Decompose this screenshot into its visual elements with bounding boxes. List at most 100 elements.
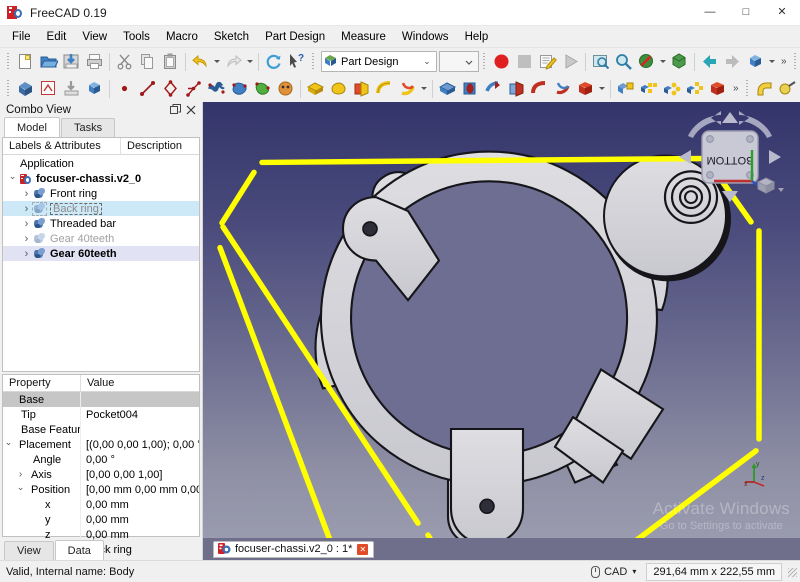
tree-item-threaded-bar[interactable]: Threaded bar [3, 216, 199, 231]
std-views-icon[interactable] [744, 50, 767, 73]
arc-icon[interactable] [159, 77, 182, 100]
chevron-down-icon[interactable] [3, 439, 14, 450]
copy-icon[interactable] [136, 50, 159, 73]
macro-execute-icon[interactable] [559, 50, 582, 73]
redo-dropdown-caret[interactable] [245, 50, 255, 73]
draw-style-dropdown-caret[interactable] [658, 50, 668, 73]
property-row-y[interactable]: y 0,00 mm [3, 512, 199, 528]
polyline-icon[interactable] [182, 77, 205, 100]
orange-shape-icon[interactable] [274, 77, 297, 100]
hole-icon[interactable] [459, 77, 482, 100]
close-icon[interactable]: ✕ [357, 543, 369, 555]
subtractive-helix-icon[interactable] [551, 77, 574, 100]
blue-shape-icon[interactable] [228, 77, 251, 100]
chevron-right-icon[interactable] [20, 248, 33, 260]
chevron-down-icon[interactable]: ▾ [632, 567, 636, 576]
minimize-button[interactable]: — [692, 0, 728, 26]
fit-all-icon[interactable] [589, 50, 612, 73]
pad-icon[interactable] [304, 77, 327, 100]
close-panel-icon[interactable] [184, 103, 198, 117]
property-row-axis[interactable]: Axis [0,00 0,00 1,00] [3, 467, 199, 483]
menu-measure[interactable]: Measure [333, 28, 394, 46]
map-sketch-icon[interactable] [83, 77, 106, 100]
tree-item-gear-40teeth[interactable]: Gear 40teeth [3, 231, 199, 246]
menu-part-design[interactable]: Part Design [257, 28, 333, 46]
property-value[interactable]: 0,00 mm [81, 514, 199, 526]
tree-item-document[interactable]: focuser-chassi.v2_0 [3, 171, 199, 186]
measure-icon[interactable] [776, 77, 799, 100]
tree-item-application[interactable]: Application [3, 156, 199, 171]
point-icon[interactable] [113, 77, 136, 100]
undo-icon[interactable] [189, 50, 212, 73]
refresh-icon[interactable] [262, 50, 285, 73]
redo-icon[interactable] [222, 50, 245, 73]
3d-viewport[interactable]: BOTTOM y x z Activate Windows Go to Sett… [203, 102, 800, 538]
boolean-icon[interactable] [706, 77, 729, 100]
subtractive-primitive-caret[interactable] [597, 77, 607, 100]
property-value[interactable]: 0,00 mm [81, 499, 199, 511]
menu-file[interactable]: File [4, 28, 39, 46]
navigation-cube[interactable]: BOTTOM [674, 110, 786, 206]
document-tab-focuser-chassi[interactable]: focuser-chassi.v2_0 : 1* ✕ [213, 540, 375, 558]
green-shape-icon[interactable] [251, 77, 274, 100]
std-views-dropdown-caret[interactable] [767, 50, 777, 73]
chevron-right-icon[interactable] [20, 203, 33, 215]
toolbar-grip-partdesign[interactable] [6, 79, 11, 98]
toolbar-grip-dress[interactable] [745, 79, 750, 98]
create-body-icon[interactable] [14, 77, 37, 100]
tab-model[interactable]: Model [4, 117, 60, 138]
property-column-name[interactable]: Property [3, 375, 81, 392]
menu-macro[interactable]: Macro [158, 28, 206, 46]
tree-item-gear-60teeth[interactable]: Gear 60teeth [3, 246, 199, 262]
groove-icon[interactable] [482, 77, 505, 100]
menu-view[interactable]: View [74, 28, 115, 46]
property-row-tip[interactable]: Tip Pocket004 [3, 407, 199, 423]
toolbar-grip-workbench[interactable] [311, 52, 316, 71]
workbench-secondary-combo[interactable] [439, 51, 479, 72]
chevron-down-icon[interactable]: ⌄ [420, 56, 434, 67]
new-document-icon[interactable] [14, 50, 37, 73]
resize-grip[interactable] [786, 566, 798, 578]
subtractive-loft-icon[interactable] [505, 77, 528, 100]
revolution-icon[interactable] [327, 77, 350, 100]
property-row-angle[interactable]: Angle 0,00 ° [3, 452, 199, 468]
menu-windows[interactable]: Windows [394, 28, 457, 46]
menu-help[interactable]: Help [457, 28, 497, 46]
subtractive-box-icon[interactable] [574, 77, 597, 100]
std-view-forward-icon[interactable] [721, 50, 744, 73]
additive-helix-icon[interactable] [396, 77, 419, 100]
maximize-button[interactable]: □ [728, 0, 764, 26]
polar-pattern-icon[interactable] [660, 77, 683, 100]
chevron-down-icon[interactable] [6, 173, 19, 184]
undo-dropdown-caret[interactable] [212, 50, 222, 73]
multi-transform-icon[interactable] [683, 77, 706, 100]
std-view-back-icon[interactable] [698, 50, 721, 73]
paste-icon[interactable] [159, 50, 182, 73]
open-document-icon[interactable] [37, 50, 60, 73]
navigation-style-selector[interactable]: CAD ▾ [587, 565, 640, 578]
property-row-x[interactable]: x 0,00 mm [3, 497, 199, 513]
workbench-selector[interactable]: Part Design ⌄ [321, 51, 437, 72]
tab-data[interactable]: Data [54, 540, 104, 560]
toolbar-grip-file[interactable] [6, 52, 11, 71]
line-icon[interactable] [136, 77, 159, 100]
chevron-right-icon[interactable] [15, 469, 26, 480]
property-row-position[interactable]: Position [0,00 mm 0,00 mm 0,00 ... [3, 482, 199, 498]
fillet-icon[interactable] [753, 77, 776, 100]
toolbar-overflow-button-3[interactable]: » [729, 83, 742, 94]
pocket-icon[interactable] [436, 77, 459, 100]
close-button[interactable]: ✕ [764, 0, 800, 26]
property-row-placement[interactable]: Placement [(0,00 0,00 1,00); 0,00 °; (0,… [3, 437, 199, 453]
tree-column-labels[interactable]: Labels & Attributes [3, 138, 121, 155]
create-sketch-icon[interactable] [37, 77, 60, 100]
toolbar-grip-macro[interactable] [482, 52, 487, 71]
tree-column-description[interactable]: Description [121, 138, 199, 154]
edit-sketch-icon[interactable] [60, 77, 83, 100]
bspline-icon[interactable] [205, 77, 228, 100]
property-column-value[interactable]: Value [81, 375, 199, 391]
chevron-down-icon[interactable] [15, 484, 26, 495]
print-document-icon[interactable] [83, 50, 106, 73]
chevron-right-icon[interactable] [20, 188, 33, 200]
menu-tools[interactable]: Tools [115, 28, 158, 46]
tab-tasks[interactable]: Tasks [60, 118, 116, 138]
